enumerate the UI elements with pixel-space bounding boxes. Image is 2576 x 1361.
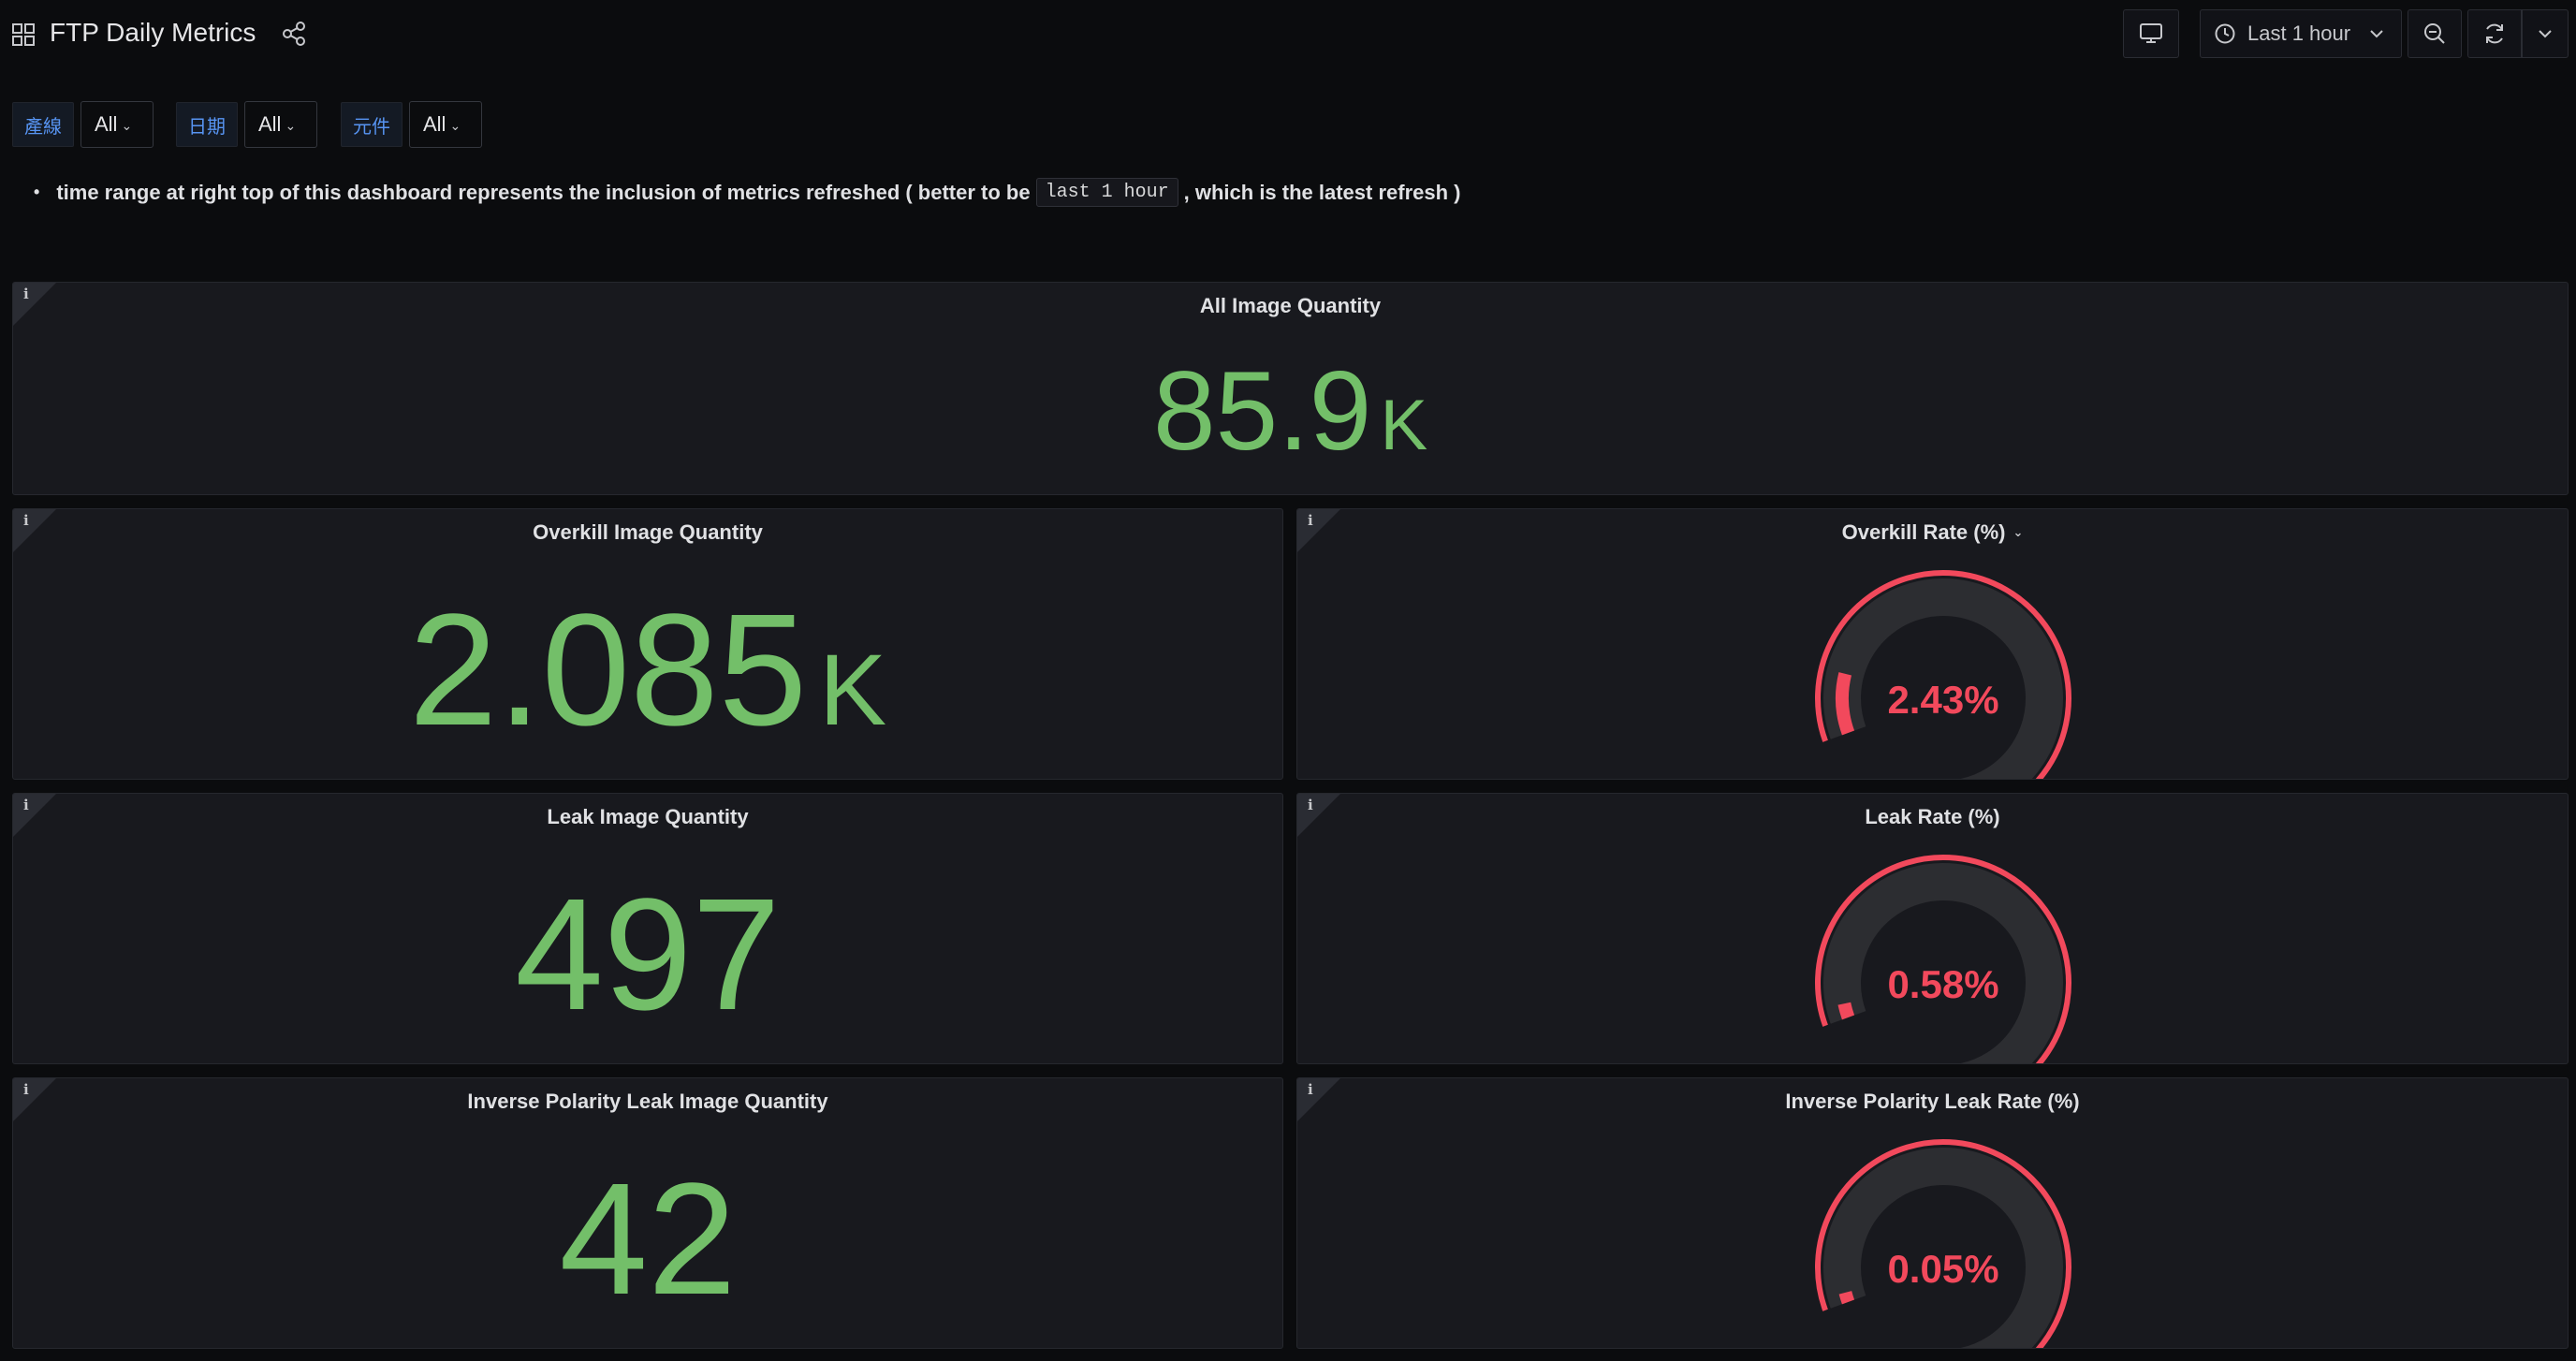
variable-select-line[interactable]: All ⌄ — [80, 101, 154, 148]
share-icon[interactable] — [281, 21, 307, 47]
gauge-value-arc — [1837, 1002, 1855, 1020]
top-navbar: FTP Daily Metrics Last 1 hour — [0, 0, 2576, 69]
gauge-value-arc — [1836, 672, 1855, 736]
stat-value: 85.9 K — [13, 350, 2568, 487]
apps-icon[interactable] — [11, 22, 36, 47]
variable-label-component: 元件 — [341, 102, 402, 147]
gauge-value-text: 2.43% — [1887, 678, 1998, 722]
panel-title[interactable]: Inverse Polarity Leak Image Quantity — [13, 1090, 1282, 1114]
refresh-icon — [2486, 23, 2503, 44]
panel-overkill-image-quantity[interactable]: i Overkill Image Quantity 2.085 K — [12, 508, 1283, 780]
note-text-after: , which is the latest refresh ) — [1183, 180, 1461, 204]
chevron-down-icon — [2370, 30, 2383, 38]
clock-icon — [2215, 23, 2235, 44]
time-range-label: Last 1 hour — [2247, 22, 2351, 45]
refresh-interval-button[interactable] — [2522, 9, 2569, 58]
panel-overkill-rate[interactable]: i Overkill Rate (%) ⌄ 2.43% — [1296, 508, 2569, 780]
refresh-button[interactable] — [2467, 9, 2522, 58]
panel-title[interactable]: Leak Rate (%) — [1297, 805, 2568, 829]
gauge-value-text: 0.58% — [1887, 962, 1998, 1006]
chevron-down-icon[interactable]: ⌄ — [2012, 525, 2023, 539]
panel-title[interactable]: Inverse Polarity Leak Rate (%) — [1297, 1090, 2568, 1114]
panel-title-text: Overkill Rate (%) — [1841, 520, 2006, 544]
variable-value: All — [423, 112, 446, 136]
panel-all-image-quantity[interactable]: i All Image Quantity 85.9 K — [12, 282, 2569, 495]
stat-number: 497 — [515, 866, 781, 1044]
zoom-out-icon — [2424, 23, 2445, 44]
stat-number: 85.9 — [1152, 348, 1372, 474]
stat-value: 2.085 K — [13, 586, 1282, 774]
chevron-down-icon — [2539, 30, 2552, 38]
gauge-leak-rate: 0.58% — [1815, 855, 2071, 1063]
gauge-value-arc — [1838, 1291, 1855, 1305]
variable-select-component[interactable]: All ⌄ — [409, 101, 482, 148]
tv-mode-button[interactable] — [2123, 9, 2179, 58]
dashboard-title[interactable]: FTP Daily Metrics — [50, 18, 256, 48]
chevron-down-icon: ⌄ — [121, 117, 133, 133]
stat-unit: K — [1380, 386, 1428, 465]
stat-value: 497 — [13, 871, 1282, 1039]
stat-unit: K — [819, 633, 887, 746]
panel-title[interactable]: Overkill Rate (%) ⌄ — [1297, 520, 2568, 545]
time-picker-button[interactable]: Last 1 hour — [2200, 9, 2402, 58]
variable-label-line: 產線 — [12, 102, 74, 147]
chevron-down-icon: ⌄ — [449, 117, 461, 133]
tv-icon — [2140, 23, 2162, 43]
zoom-out-button[interactable] — [2408, 9, 2462, 58]
panel-title[interactable]: Overkill Image Quantity — [13, 520, 1282, 545]
variable-select-date[interactable]: All ⌄ — [244, 101, 317, 148]
stat-number: 42 — [559, 1150, 737, 1328]
note-code: last 1 hour — [1035, 178, 1178, 207]
panel-inverse-polarity-leak-rate[interactable]: i Inverse Polarity Leak Rate (%) 0.05% — [1296, 1077, 2569, 1349]
chevron-down-icon: ⌄ — [285, 117, 297, 133]
panel-leak-image-quantity[interactable]: i Leak Image Quantity 497 — [12, 793, 1283, 1064]
gauge-overkill-rate: 2.43% — [1815, 570, 2071, 779]
stat-number: 2.085 — [408, 581, 808, 759]
bullet-dot: • — [34, 183, 40, 201]
variable-value: All — [95, 112, 118, 136]
panel-title[interactable]: Leak Image Quantity — [13, 805, 1282, 829]
panel-inverse-polarity-leak-image-quantity[interactable]: i Inverse Polarity Leak Image Quantity 4… — [12, 1077, 1283, 1349]
panel-title[interactable]: All Image Quantity — [13, 294, 2568, 318]
stat-value: 42 — [13, 1155, 1282, 1324]
variable-value: All — [258, 112, 282, 136]
gauge-inverse-polarity-leak-rate: 0.05% — [1815, 1139, 2071, 1348]
gauge-value-text: 0.05% — [1887, 1247, 1998, 1291]
note-text-before: time range at right top of this dashboar… — [56, 180, 1031, 204]
variable-label-date: 日期 — [176, 102, 238, 147]
panel-leak-rate[interactable]: i Leak Rate (%) 0.58% — [1296, 793, 2569, 1064]
dashboard-note: • time range at right top of this dashbo… — [34, 178, 1461, 207]
